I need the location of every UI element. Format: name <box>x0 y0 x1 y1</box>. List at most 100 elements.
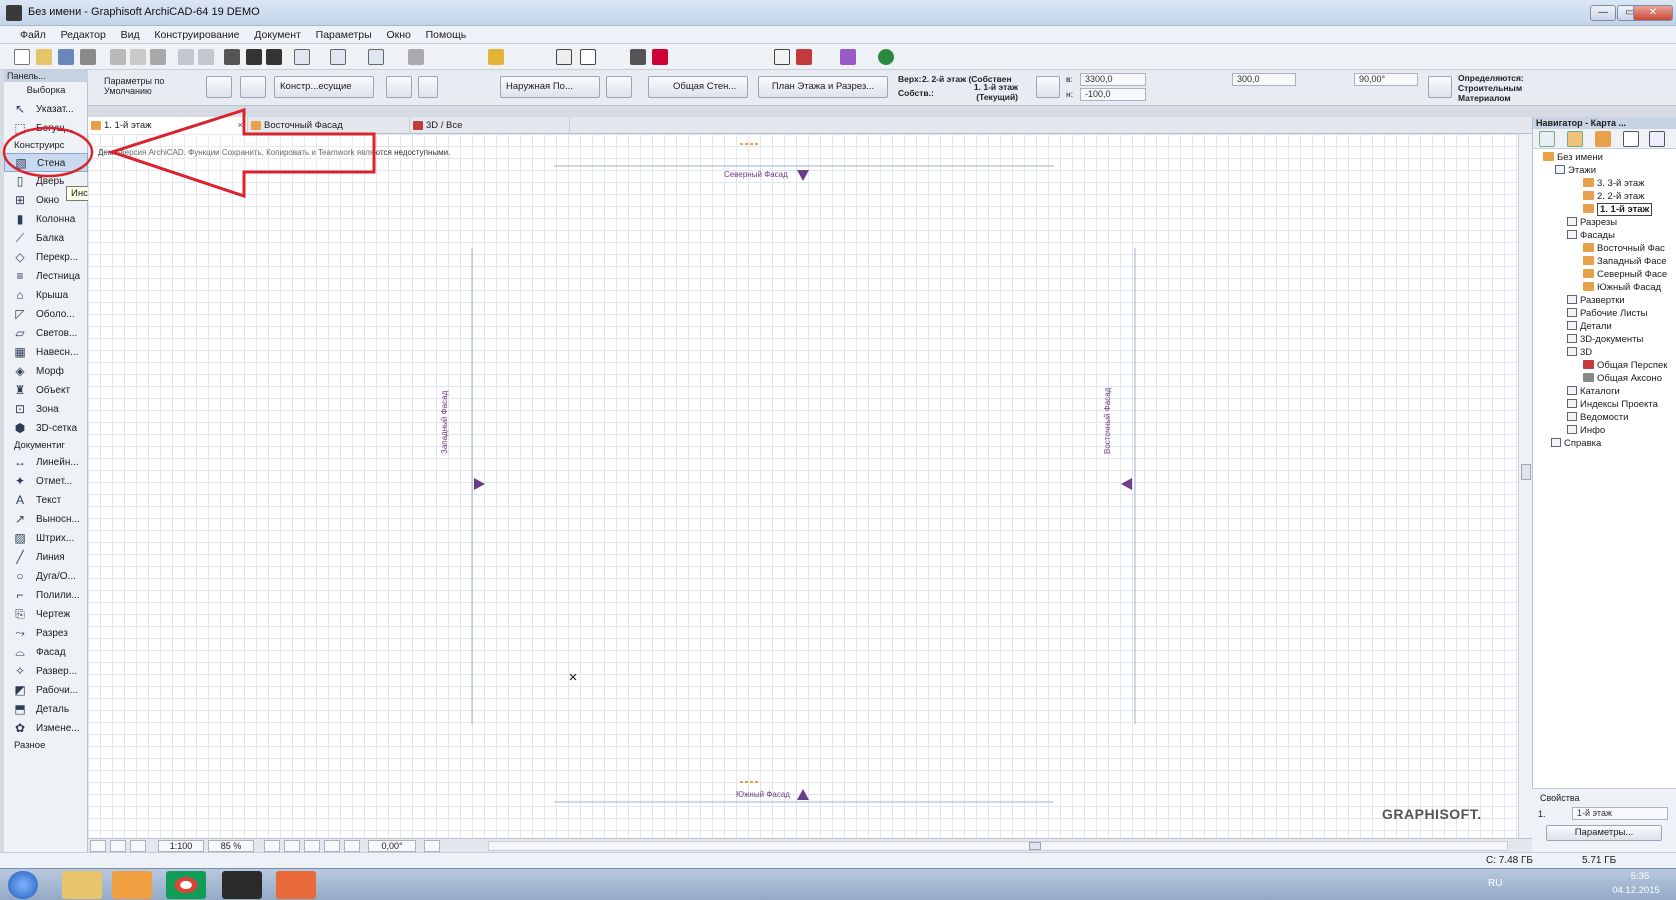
tool-stair[interactable]: ≡ Лестница <box>4 267 88 286</box>
publisher-icon[interactable] <box>1649 131 1665 147</box>
tab-3d[interactable]: 3D / Все <box>410 117 570 134</box>
tree-root[interactable]: Без имени <box>1543 151 1603 164</box>
clock-time[interactable]: 5:35 <box>1614 871 1666 882</box>
fit-window-icon[interactable] <box>324 840 340 852</box>
archicad-taskbar-icon[interactable] <box>222 871 262 899</box>
tool-roof[interactable]: ⌂ Крыша <box>4 286 88 305</box>
building-material-button[interactable]: Общая Стен... <box>648 76 748 98</box>
wall-thickness-field[interactable]: 300,0 <box>1232 73 1296 86</box>
tree-details[interactable]: Детали <box>1567 320 1612 333</box>
tree-worksheets[interactable]: Рабочие Листы <box>1567 307 1647 320</box>
start-button[interactable] <box>8 871 38 899</box>
rotate-view-icon[interactable] <box>344 840 360 852</box>
chrome-icon[interactable] <box>166 871 206 899</box>
zoom-in-icon[interactable] <box>264 840 280 852</box>
tree-story-3[interactable]: 3. 3-й этаж <box>1583 177 1644 190</box>
tool-dimension[interactable]: ↔ Линейн... <box>4 453 88 472</box>
view-angle-field[interactable]: 0,00° <box>368 840 416 852</box>
floor-plan-section-button[interactable]: План Этажа и Разрез... <box>758 76 888 98</box>
slant-angle-field[interactable]: 90,00° <box>1354 73 1418 86</box>
tree-help[interactable]: Справка <box>1551 437 1601 450</box>
tool-skylight[interactable]: ▱ Светов... <box>4 324 88 343</box>
language-indicator[interactable]: RU <box>1488 878 1502 889</box>
tree-story-2[interactable]: 2. 2-й этаж <box>1583 190 1644 203</box>
plan-view-icon[interactable] <box>774 49 790 65</box>
layer-icon[interactable] <box>488 49 504 65</box>
presentation-icon[interactable] <box>276 871 316 899</box>
tool-elevation[interactable]: ⌓ Фасад <box>4 643 88 662</box>
surface-paint-icon[interactable] <box>1428 76 1452 98</box>
tool-detail[interactable]: ⬒ Деталь <box>4 700 88 719</box>
media-player-icon[interactable] <box>112 871 152 899</box>
tree-elevation-south[interactable]: Южный Фасад <box>1583 281 1661 294</box>
bimx-icon[interactable] <box>878 49 894 65</box>
view-settings-button[interactable]: Параметры... <box>1546 825 1662 841</box>
zoom-field[interactable]: 85 % <box>208 840 254 852</box>
properties-name-field[interactable]: 1-й этаж <box>1572 807 1668 820</box>
tool-level-dimension[interactable]: ✦ Отмет... <box>4 472 88 491</box>
tool-change[interactable]: ✿ Измене... <box>4 719 88 738</box>
tool-drawing[interactable]: ⎘ Чертеж <box>4 605 88 624</box>
tool-text[interactable]: A Текст <box>4 491 88 510</box>
tree-elevations[interactable]: Фасады <box>1567 229 1615 242</box>
tool-zone[interactable]: ⊡ Зона <box>4 400 88 419</box>
tree-elevation-north[interactable]: Северный Фасе <box>1583 268 1667 281</box>
tool-polyline[interactable]: ⌐ Полили... <box>4 586 88 605</box>
zoom-out-icon[interactable] <box>284 840 300 852</box>
tool-object[interactable]: ♜ Объект <box>4 381 88 400</box>
tree-3d[interactable]: 3D <box>1567 346 1592 359</box>
east-elevation-label[interactable]: Восточный Фасад <box>1103 388 1112 454</box>
reference-offset-icon[interactable] <box>606 76 632 98</box>
minimize-button[interactable]: — <box>1590 5 1616 21</box>
tool-line[interactable]: ╱ Линия <box>4 548 88 567</box>
tree-sections[interactable]: Разрезы <box>1567 216 1617 229</box>
trace-icon[interactable] <box>556 49 572 65</box>
model-view-icon[interactable] <box>110 840 126 852</box>
vertical-scrollbar[interactable] <box>1518 134 1532 838</box>
tree-elevation-west[interactable]: Западный Фасе <box>1583 255 1667 268</box>
tree-perspective[interactable]: Общая Перспек <box>1583 359 1667 372</box>
curved-wall-icon[interactable] <box>418 76 438 98</box>
group-more[interactable]: Разное <box>4 739 88 753</box>
wall-height-field[interactable]: 3300,0 <box>1080 73 1146 86</box>
tool-interior-elevation[interactable]: ✧ Развер... <box>4 662 88 681</box>
horizontal-scrollbar[interactable] <box>488 841 1508 851</box>
tree-project-indexes[interactable]: Индексы Проекта <box>1567 398 1658 411</box>
west-elevation-label[interactable]: Западный Фасад <box>440 391 449 454</box>
close-window-button[interactable]: ✕ <box>1633 5 1673 21</box>
home-story-value[interactable]: 1. 1-й этаж (Текущий) <box>948 82 1018 102</box>
reference-line-button[interactable]: Наружная По... <box>500 76 600 98</box>
tree-3d-documents[interactable]: 3D-документы <box>1567 333 1643 346</box>
tool-label[interactable]: ↗ Выносн... <box>4 510 88 529</box>
scroll-thumb[interactable] <box>1521 464 1531 480</box>
pan-icon[interactable] <box>304 840 320 852</box>
tool-mesh[interactable]: ⬢ 3D-сетка <box>4 419 88 438</box>
3d-window-icon[interactable] <box>796 49 812 65</box>
tool-fill[interactable]: ▨ Штрих... <box>4 529 88 548</box>
tree-info[interactable]: Инфо <box>1567 424 1605 437</box>
south-elevation-label[interactable]: Южный Фасад <box>736 790 790 799</box>
floor-plan-canvas[interactable]: Демо-версия ArchiCAD. Функции Сохранить,… <box>88 134 1532 838</box>
pin-icon[interactable] <box>652 49 668 65</box>
tree-schedules[interactable]: Ведомости <box>1567 411 1628 424</box>
view-map-icon[interactable] <box>1595 131 1611 147</box>
tree-story-1-current[interactable]: 1. 1-й этаж <box>1583 203 1653 216</box>
project-map-icon[interactable] <box>1567 131 1583 147</box>
previous-zoom-icon[interactable] <box>424 840 440 852</box>
h-scroll-thumb[interactable] <box>1029 842 1041 850</box>
tool-worksheet[interactable]: ◩ Рабочи... <box>4 681 88 700</box>
tool-morph[interactable]: ◈ Морф <box>4 362 88 381</box>
tool-section[interactable]: ⤳ Разрез <box>4 624 88 643</box>
tool-beam[interactable]: ⟋ Балка <box>4 229 88 248</box>
tree-interior-elevations[interactable]: Развертки <box>1567 294 1625 307</box>
layer-combo-icon[interactable] <box>90 840 106 852</box>
north-elevation-label[interactable]: Северный Фасад <box>724 170 788 179</box>
clock-date[interactable]: 04.12.2015 <box>1606 885 1666 896</box>
render-icon[interactable] <box>840 49 856 65</box>
layout-book-icon[interactable] <box>1623 131 1639 147</box>
scale-field[interactable]: 1:100 <box>158 840 204 852</box>
tool-slab[interactable]: ◇ Перекр... <box>4 248 88 267</box>
explorer-icon[interactable] <box>62 871 102 899</box>
bottom-offset-field[interactable]: -100,0 <box>1080 88 1146 101</box>
navigator-menu-icon[interactable] <box>1539 131 1555 147</box>
